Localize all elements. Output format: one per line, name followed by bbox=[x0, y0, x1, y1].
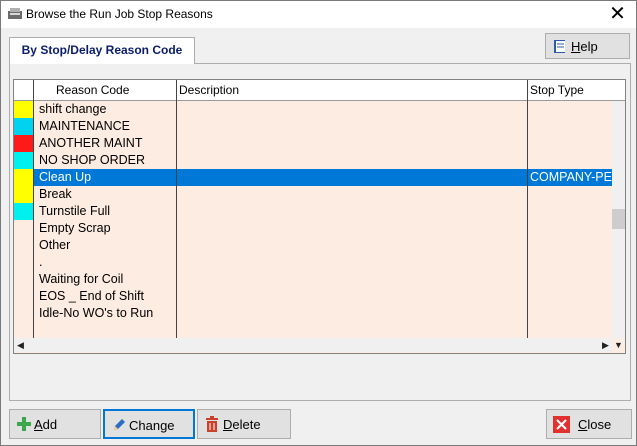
pencil-icon bbox=[114, 419, 125, 430]
reason-code-cell: Idle-No WO's to Run bbox=[39, 306, 154, 320]
close-label: Close bbox=[578, 417, 612, 432]
table-row[interactable]: Other bbox=[14, 237, 625, 254]
app-icon bbox=[8, 8, 22, 19]
grid-header: Reason Code Description Stop Type bbox=[14, 80, 625, 101]
reasons-grid[interactable]: Reason Code Description Stop Type shift … bbox=[13, 79, 626, 354]
vertical-scrollbar[interactable] bbox=[612, 101, 625, 338]
help-book-icon bbox=[554, 40, 565, 53]
reason-code-cell: Turnstile Full bbox=[39, 204, 111, 218]
table-row[interactable]: Waiting for Coil bbox=[14, 271, 625, 288]
table-row[interactable]: Empty Scrap bbox=[14, 220, 625, 237]
help-label: Help bbox=[571, 39, 598, 54]
table-row[interactable]: NO SHOP ORDER bbox=[14, 152, 625, 169]
table-row[interactable]: Idle-No WO's to Run bbox=[14, 305, 625, 322]
plus-icon bbox=[17, 417, 31, 431]
table-row[interactable]: EOS _ End of Shift bbox=[14, 288, 625, 305]
column-divider bbox=[176, 80, 177, 338]
table-row[interactable]: ANOTHER MAINT bbox=[14, 135, 625, 152]
column-divider bbox=[527, 80, 528, 338]
add-label: Add bbox=[34, 417, 58, 432]
table-row[interactable]: shift change bbox=[14, 101, 625, 118]
reason-code-cell: EOS _ End of Shift bbox=[39, 289, 144, 303]
vertical-scroll-thumb[interactable] bbox=[612, 209, 625, 229]
reason-code-cell: MAINTENANCE bbox=[39, 119, 130, 133]
tab-panel: Reason Code Description Stop Type shift … bbox=[9, 63, 631, 401]
reason-code-cell: Break bbox=[39, 187, 72, 201]
trash-icon bbox=[206, 416, 218, 432]
scroll-right-icon[interactable]: ▶ bbox=[599, 338, 612, 352]
reason-code-cell: . bbox=[39, 255, 43, 269]
table-row[interactable]: MAINTENANCE bbox=[14, 118, 625, 135]
window-close-button[interactable]: ✕ bbox=[599, 1, 636, 28]
reason-code-cell: NO SHOP ORDER bbox=[39, 153, 146, 167]
column-divider bbox=[33, 80, 34, 338]
reason-color-swatch bbox=[14, 101, 33, 118]
reason-color-swatch bbox=[14, 118, 33, 135]
scroll-down-icon[interactable]: ▼ bbox=[612, 338, 625, 352]
reason-code-cell: Other bbox=[39, 238, 71, 252]
reason-color-swatch bbox=[14, 186, 33, 203]
delete-label: Delete bbox=[223, 417, 261, 432]
stop-type-cell: COMPANY-PE bbox=[530, 170, 612, 184]
reason-code-cell: Clean Up bbox=[39, 170, 92, 184]
tab-by-stop-delay-reason-code[interactable]: By Stop/Delay Reason Code bbox=[9, 37, 195, 64]
close-button[interactable]: Close bbox=[546, 409, 632, 439]
column-header-stop-type[interactable]: Stop Type bbox=[530, 80, 584, 100]
reason-color-swatch bbox=[14, 203, 33, 220]
table-row[interactable]: Clean Up COMPANY-PE bbox=[14, 169, 625, 186]
add-button[interactable]: Add bbox=[9, 409, 101, 439]
table-row[interactable]: Break bbox=[14, 186, 625, 203]
dialog-window: Browse the Run Job Stop Reasons ✕ By Sto… bbox=[0, 0, 637, 446]
reason-code-cell: ANOTHER MAINT bbox=[39, 136, 143, 150]
reason-code-cell: Waiting for Coil bbox=[39, 272, 124, 286]
reason-color-swatch bbox=[14, 135, 33, 152]
title-bar: Browse the Run Job Stop Reasons ✕ bbox=[1, 1, 636, 28]
window-title: Browse the Run Job Stop Reasons bbox=[26, 7, 213, 21]
reason-code-cell: shift change bbox=[39, 102, 107, 116]
help-button[interactable]: Help bbox=[545, 33, 630, 59]
column-header-description[interactable]: Description bbox=[179, 80, 239, 100]
change-label: Change bbox=[129, 418, 175, 433]
close-icon bbox=[553, 416, 570, 433]
reason-color-swatch bbox=[14, 169, 33, 186]
scroll-left-icon[interactable]: ◀ bbox=[14, 338, 27, 352]
change-button[interactable]: Change bbox=[103, 409, 195, 439]
reason-code-cell: Empty Scrap bbox=[39, 221, 111, 235]
delete-button[interactable]: Delete bbox=[197, 409, 291, 439]
table-row[interactable]: Turnstile Full bbox=[14, 203, 625, 220]
column-header-reason-code[interactable]: Reason Code bbox=[56, 80, 129, 100]
horizontal-scrollbar[interactable]: ◀ ▶ bbox=[14, 338, 612, 352]
table-row[interactable]: . bbox=[14, 254, 625, 271]
reason-color-swatch bbox=[14, 152, 33, 169]
